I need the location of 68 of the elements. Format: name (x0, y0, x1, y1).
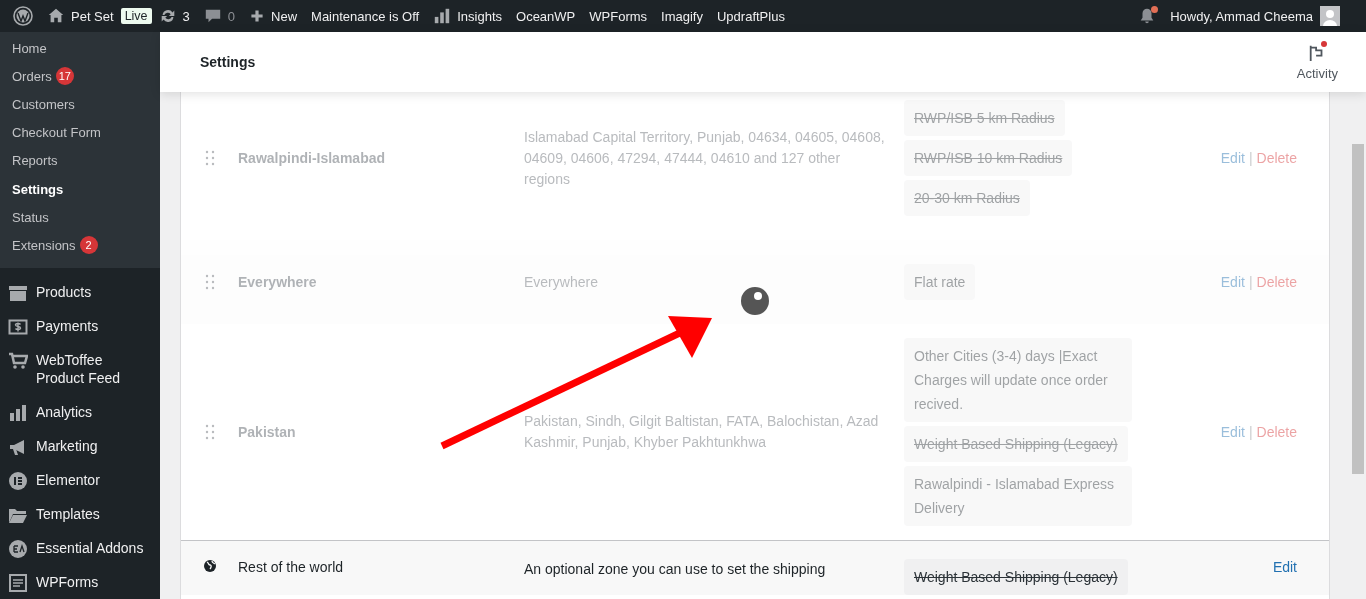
menu-item[interactable]: Templates (0, 496, 160, 531)
shipping-method-tag: 20-30 km Radius (904, 180, 1030, 216)
drag-handle-icon[interactable] (204, 150, 215, 166)
count-badge: 17 (55, 67, 74, 86)
page-title: Settings (200, 54, 256, 70)
toolbar-link[interactable]: OceanWP (509, 8, 583, 24)
menu-item[interactable]: Payments (0, 308, 160, 343)
zone-name: Rawalpindi-Islamabad (238, 150, 387, 166)
wordpress-logo-icon (13, 6, 33, 26)
ea-logo-icon (8, 538, 28, 559)
zone-name: Everywhere (238, 274, 318, 290)
submenu-item[interactable]: Settings (0, 174, 160, 204)
menu-item[interactable]: Products (0, 274, 160, 309)
zone-name: Rest of the world (238, 559, 345, 575)
site-name-link[interactable]: Pet Set (40, 7, 121, 25)
menu-item[interactable]: Elementor (0, 462, 160, 497)
toolbar-link[interactable]: Insights (426, 7, 510, 25)
submenu-item[interactable]: Orders 17 (0, 62, 160, 91)
submenu-item[interactable]: Extensions 2 (0, 231, 160, 260)
zone-regions: Pakistan, Sindh, Gilgit Baltistan, FATA, Balochistan, Azad Kashmir, Punjab, Khyber Pakhtunkhwa (524, 412, 880, 452)
shipping-method-tag: Weight Based Shipping (Legacy) (904, 426, 1128, 462)
user-greeting[interactable]: Howdy, Ammad Cheema (1156, 8, 1320, 24)
scrollbar-thumb[interactable] (1352, 144, 1364, 474)
comments-link[interactable]: 0 (196, 7, 243, 25)
live-badge: Live (120, 8, 152, 24)
shipping-method-tag: Flat rate (904, 264, 976, 300)
activity-button[interactable]: Activity (1296, 43, 1338, 81)
shipping-method-tag: RWP/ISB 5 km Radius (904, 100, 1065, 136)
menu-item[interactable]: Essential Addons (0, 530, 160, 565)
cart-icon (8, 350, 28, 371)
zone-name: Pakistan (238, 424, 297, 440)
shipping-method-tag: Other Cities (3-4) days |Exact Charges will update once order recived. (904, 338, 1132, 422)
updates-link[interactable]: 3 (151, 7, 197, 25)
menu-item[interactable]: Marketing (0, 428, 160, 463)
elementor-icon (8, 470, 28, 491)
menu-item[interactable]: Analytics (0, 394, 160, 429)
zone-regions: Everywhere (524, 272, 599, 292)
toolbar-link[interactable]: UpdraftPlus (709, 8, 792, 24)
edit-link[interactable]: Edit (1272, 559, 1297, 575)
separator-text: | (1248, 274, 1253, 290)
new-link[interactable]: New (242, 8, 305, 24)
count-badge: 2 (79, 236, 98, 255)
separator-text: | (1248, 424, 1253, 440)
toolbar-link[interactable]: Imagify (654, 8, 710, 24)
submenu-item[interactable]: Home (0, 34, 160, 63)
bar-chart-icon (8, 402, 28, 423)
form-icon (8, 572, 28, 593)
separator-text: | (1248, 150, 1253, 166)
zone-regions: An optional zone you can use to set the shipping (524, 560, 827, 579)
home-icon (47, 7, 65, 25)
plus-icon (249, 8, 266, 24)
avatar-icon (1320, 6, 1340, 26)
shipping-method-tag: RWP/ISB 10 km Radius (904, 140, 1073, 176)
globe-icon (202, 559, 217, 573)
shipping-method-tag: Weight Based Shipping (Legacy) (904, 559, 1128, 595)
menu-item[interactable]: WebToffee Product Feed (0, 342, 160, 395)
submenu-item[interactable]: Status (0, 203, 160, 232)
submenu-item[interactable]: Customers (0, 90, 160, 119)
menu-item[interactable]: WPForms (0, 564, 160, 599)
toolbar-link[interactable]: WPForms (582, 8, 655, 24)
drag-handle-icon[interactable] (204, 424, 215, 440)
submenu-item[interactable]: Checkout Form (0, 118, 160, 147)
toolbar-link[interactable]: Maintenance is Off (304, 8, 427, 24)
zone-regions: Islamabad Capital Territory, Punjab, 04634, 04605, 04608, 04609, 04606, 47294, 47444, 04610 and 127 other regions (524, 127, 886, 189)
submenu-item[interactable]: Reports (0, 146, 160, 175)
bar-chart-icon (433, 7, 452, 25)
shipping-method-tag: Rawalpindi - Islamabad Express Delivery (904, 466, 1132, 526)
drag-handle-icon[interactable] (204, 274, 215, 290)
